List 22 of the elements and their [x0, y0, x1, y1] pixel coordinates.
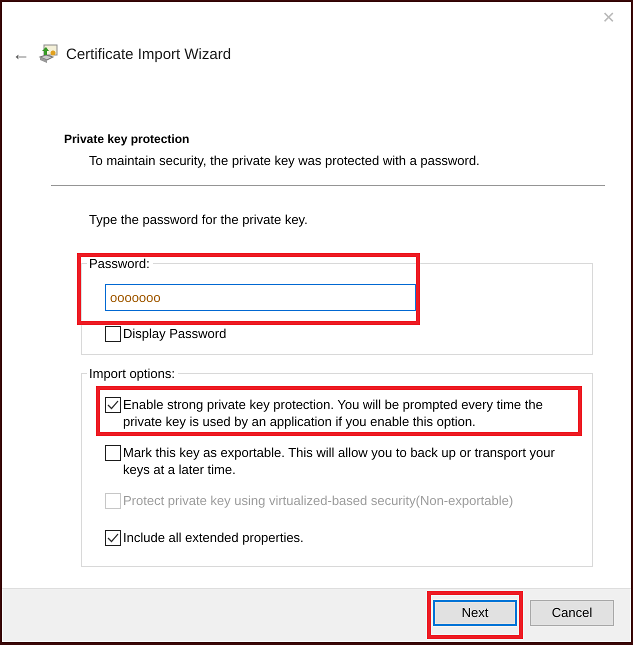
checkmark-icon: [107, 400, 119, 410]
checkbox[interactable]: [105, 397, 121, 413]
page-subtitle: To maintain security, the private key was protected with a password.: [89, 153, 481, 168]
checkbox-label: Display Password: [123, 325, 226, 342]
checkbox[interactable]: [105, 530, 121, 546]
password-field[interactable]: ooooooo: [105, 284, 416, 311]
certificate-icon: [38, 44, 58, 64]
cancel-button[interactable]: Cancel: [530, 600, 614, 626]
group-legend: Import options:: [87, 366, 178, 381]
checkmark-icon: [107, 533, 119, 543]
next-button[interactable]: Next: [433, 600, 517, 626]
option-label: Protect private key using virtualized-based security(Non-exportable): [123, 492, 514, 509]
window-title: Certificate Import Wizard: [66, 46, 232, 62]
checkbox[interactable]: [105, 445, 121, 461]
checkbox[interactable]: [105, 326, 121, 342]
instruction-text: Type the password for the private key.: [89, 212, 309, 227]
option-label: Mark this key as exportable. This will allow you to back up or transport your keys at a later time.: [123, 444, 556, 478]
option-label: Enable strong private key protection. You will be prompted every time the private key is used by an application if you enable this option.: [123, 396, 544, 430]
page-heading: Private key protection: [64, 132, 190, 146]
option-label: Include all extended properties.: [123, 529, 304, 546]
back-arrow[interactable]: ←: [12, 44, 38, 64]
group-legend: Password:: [87, 256, 153, 271]
